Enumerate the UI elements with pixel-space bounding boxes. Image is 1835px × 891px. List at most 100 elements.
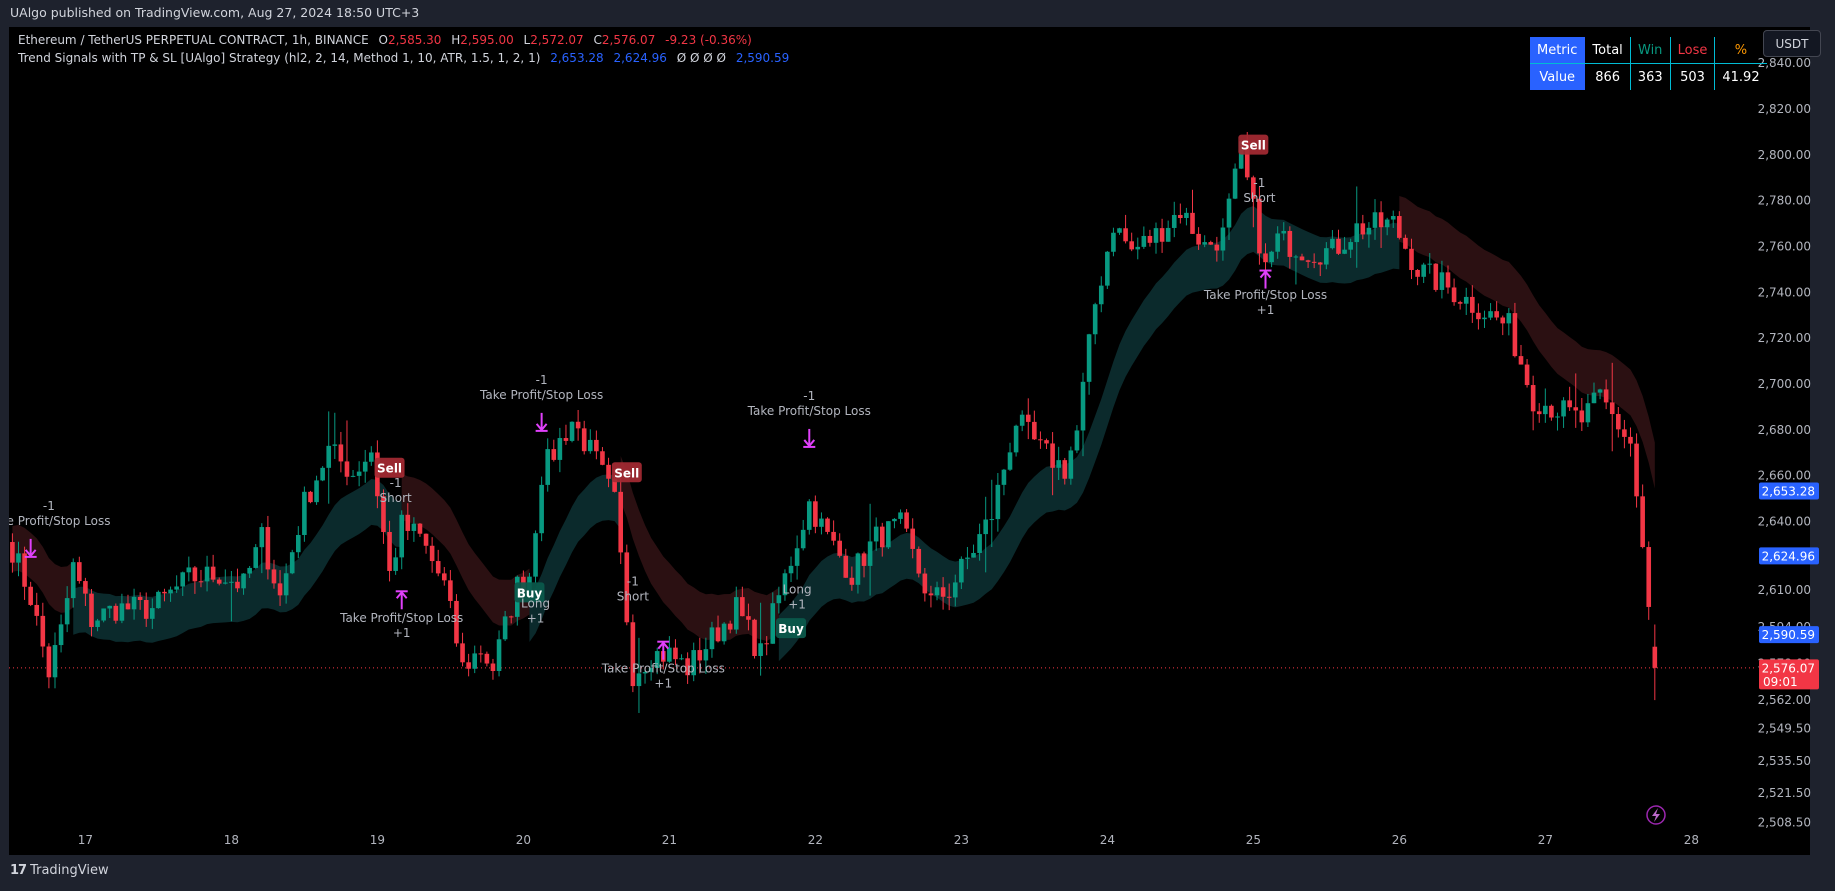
candle-body	[344, 461, 350, 477]
candle-body	[162, 591, 167, 594]
candle-body	[362, 461, 368, 472]
annotation-text: Take Profit/Stop Loss	[479, 388, 603, 402]
candle-body	[557, 438, 563, 460]
candle-body	[271, 569, 277, 584]
candle-body	[247, 567, 252, 574]
candle-body	[733, 597, 739, 630]
candle-body	[752, 619, 757, 656]
candle-body	[1476, 312, 1481, 320]
candle-body	[89, 593, 94, 628]
stats-header-percent: %	[1714, 37, 1767, 64]
open-value: 2,585.30	[387, 33, 442, 47]
candle-body	[235, 581, 240, 589]
candle-body	[922, 573, 928, 594]
lightning-bolt	[1652, 808, 1660, 822]
candle-body	[764, 643, 769, 645]
trend-band-down	[12, 524, 74, 613]
annotation-text: -1	[627, 575, 639, 589]
candle-body	[1287, 230, 1293, 257]
tradingview-logo-icon: 17	[10, 863, 27, 878]
candle-body	[806, 501, 812, 530]
indicator-price-badge: 2,624.96	[1759, 547, 1819, 565]
annotation-text: +1	[1257, 303, 1275, 317]
chart-pane[interactable]: SellBuySellBuySell-1Take Profit/Stop Los…	[9, 27, 1828, 855]
candle-body	[971, 552, 976, 558]
candle-body	[1324, 248, 1329, 265]
signal-label-text: Sell	[614, 466, 639, 480]
time-tick-label: 23	[954, 833, 969, 847]
stats-total: 866	[1584, 63, 1631, 90]
indicator-title[interactable]: Trend Signals with TP & SL [UAlgo] Strat…	[18, 51, 540, 65]
price-chart[interactable]: SellBuySellBuySell-1Take Profit/Stop Los…	[9, 27, 1828, 855]
candle-body	[1025, 414, 1031, 422]
candle-body	[551, 449, 557, 460]
badge-text: 2,576.07	[1762, 661, 1815, 675]
candle-body	[1281, 230, 1287, 234]
trend-band-down	[1399, 195, 1655, 489]
candle-body	[1530, 385, 1536, 412]
price-tick-label: 2,562.00	[1758, 693, 1811, 707]
candle-body	[1536, 411, 1542, 415]
candle-body	[1165, 227, 1171, 242]
candle-body	[174, 586, 179, 590]
candle-body	[265, 527, 271, 570]
candle-body	[886, 521, 891, 548]
candle-body	[1336, 238, 1341, 254]
candle-body	[253, 547, 259, 568]
candle-body	[843, 555, 849, 578]
stats-header-total: Total	[1584, 37, 1631, 64]
candle-body	[825, 518, 830, 532]
candle-body	[1105, 251, 1110, 286]
candle-body	[1293, 256, 1299, 258]
candle-body	[1354, 223, 1360, 243]
stats-value-row: Value 866 363 503 41.92	[1530, 63, 1767, 90]
candle-body	[1348, 242, 1353, 250]
candle-body	[1214, 244, 1220, 251]
currency-button[interactable]: USDT	[1763, 30, 1821, 57]
low-value: 2,572.07	[530, 33, 584, 47]
candle-body	[302, 491, 307, 535]
annotation-text: Take Profit/Stop Loss	[9, 514, 110, 528]
candle-body	[125, 603, 131, 610]
candle-body	[101, 608, 106, 621]
candle-body	[1585, 403, 1591, 423]
candle-body	[502, 616, 508, 640]
candle-body	[369, 452, 374, 462]
candle-body	[673, 647, 678, 660]
candle-body	[460, 643, 465, 663]
time-tick-label: 25	[1246, 833, 1261, 847]
candle-body	[198, 581, 204, 583]
annotation-text: -1	[536, 373, 548, 387]
candle-body	[1044, 440, 1049, 444]
candle-body	[326, 445, 332, 468]
candle-body	[1555, 416, 1560, 418]
candle-body	[533, 533, 538, 577]
candle-body	[965, 557, 970, 559]
candle-body	[393, 557, 398, 571]
badge-text: 2,590.59	[1762, 628, 1815, 642]
candle-body	[1628, 436, 1633, 444]
time-tick-label: 17	[78, 833, 93, 847]
tp-arrow-up-icon	[1259, 269, 1272, 289]
candle-body	[873, 526, 879, 542]
annotation-text: -1	[803, 389, 815, 403]
candle-body	[478, 653, 484, 655]
annotation-text: Long	[783, 582, 812, 596]
lightning-icon[interactable]	[1646, 805, 1666, 825]
indicator-value-3: 2,590.59	[735, 51, 790, 65]
candle-body	[1384, 219, 1390, 228]
candle-body	[594, 439, 599, 452]
candle-body	[715, 627, 721, 642]
candle-body	[1159, 228, 1165, 242]
change-value: -9.23 (-0.36%)	[665, 33, 752, 47]
candle-body	[1494, 311, 1499, 318]
candle-body	[448, 580, 453, 601]
candle-body	[1640, 496, 1645, 548]
candle-body	[1378, 212, 1384, 228]
candle-body	[1543, 405, 1548, 415]
symbol-title[interactable]: Ethereum / TetherUS PERPETUAL CONTRACT, …	[18, 33, 369, 47]
candle-body	[1050, 443, 1055, 468]
candle-body	[867, 541, 873, 566]
candle-body	[95, 620, 100, 628]
price-tick-label: 2,640.00	[1758, 514, 1811, 528]
